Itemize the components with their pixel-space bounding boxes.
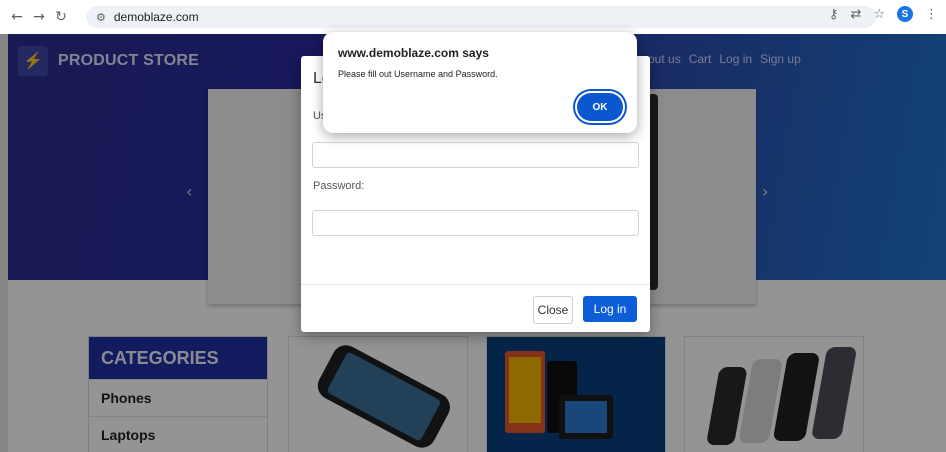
browser-toolbar: ← → ↻ ⚙ demoblaze.com ⚷ ⇄ ☆ S ⋮ — [0, 0, 946, 34]
address-bar[interactable]: ⚙ demoblaze.com — [86, 6, 876, 28]
ok-button[interactable]: OK — [577, 93, 623, 121]
back-arrow-icon[interactable]: ← — [6, 6, 28, 28]
reload-icon[interactable]: ↻ — [50, 6, 72, 28]
alert-title: www.demoblaze.com says — [338, 46, 489, 60]
username-input[interactable] — [312, 142, 639, 168]
translate-icon[interactable]: ⇄ — [850, 7, 861, 22]
menu-dots-icon[interactable]: ⋮ — [925, 7, 938, 22]
browser-alert-dialog: www.demoblaze.com says Please fill out U… — [323, 32, 637, 133]
modal-footer-divider — [301, 284, 650, 285]
site-info-icon[interactable]: ⚙ — [96, 11, 106, 24]
toolbar-actions: ⚷ ⇄ ☆ S ⋮ — [829, 6, 938, 22]
url-text: demoblaze.com — [113, 10, 199, 24]
password-label: Password: — [313, 180, 365, 192]
profile-avatar[interactable]: S — [897, 6, 913, 22]
password-input[interactable] — [312, 210, 639, 236]
key-icon[interactable]: ⚷ — [829, 7, 839, 22]
log-in-button[interactable]: Log in — [583, 296, 637, 322]
alert-message: Please fill out Username and Password. — [338, 69, 498, 79]
star-icon[interactable]: ☆ — [873, 7, 885, 22]
close-button[interactable]: Close — [533, 296, 573, 324]
forward-arrow-icon[interactable]: → — [28, 6, 50, 28]
